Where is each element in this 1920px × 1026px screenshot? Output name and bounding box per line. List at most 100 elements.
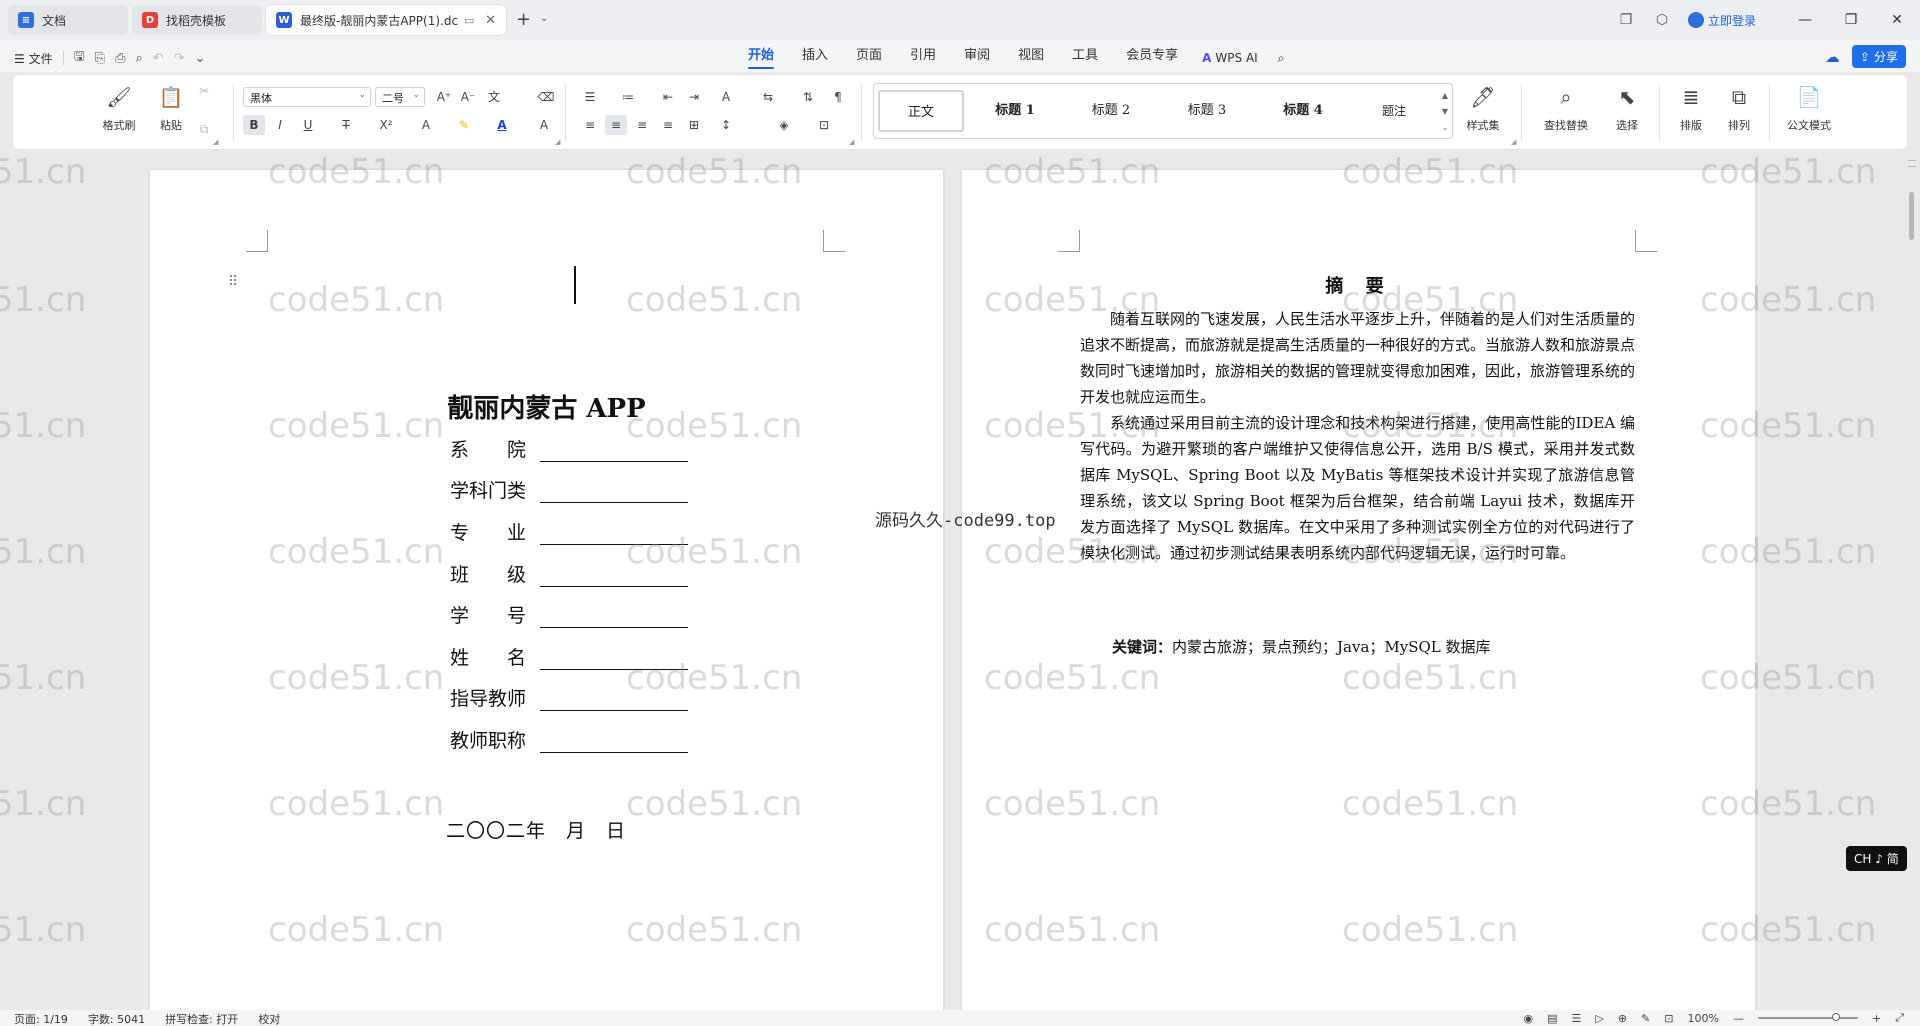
spellcheck-toggle[interactable]: 拼写检查: 打开 xyxy=(165,1011,238,1026)
field-input-line[interactable] xyxy=(540,479,688,503)
style-heading-2[interactable]: 标题 2 xyxy=(1066,90,1156,132)
tab-docer-templates[interactable]: D 找稻壳模板 xyxy=(132,5,262,35)
page-count[interactable]: 页面: 1/19 xyxy=(14,1011,68,1026)
paste-button[interactable]: 📋 粘贴 xyxy=(147,83,195,133)
font-name-select[interactable]: 黑体 ⌄ xyxy=(243,87,371,107)
tab-references[interactable]: 引用 xyxy=(896,47,950,69)
document-area[interactable]: ⠿ 靓丽内蒙古 APP 系 院 学科门类 专 业 班 级 学 号 姓 名 指导教… xyxy=(0,152,1904,1010)
bullet-list-icon[interactable]: ☰ xyxy=(579,87,601,107)
decrease-indent-icon[interactable]: ⇤ xyxy=(657,87,679,107)
window-restore-icon[interactable]: ❐ xyxy=(1608,12,1644,28)
justify-icon[interactable]: ≡ xyxy=(657,115,679,135)
style-caption[interactable]: 题注 xyxy=(1354,90,1434,132)
play-icon[interactable]: ▷ xyxy=(1595,1012,1603,1025)
bold-icon[interactable]: B xyxy=(243,115,265,135)
char-shading-icon[interactable]: A xyxy=(533,115,555,135)
align-center-icon[interactable]: ≡ xyxy=(605,115,627,135)
fullscreen-icon[interactable]: ⤢ xyxy=(1895,1011,1904,1025)
launcher-icon[interactable]: ◢ xyxy=(213,138,218,146)
redo-icon[interactable]: ↷ xyxy=(174,51,185,66)
tab-insert[interactable]: 插入 xyxy=(788,47,842,69)
undo-icon[interactable]: ↶ xyxy=(153,51,164,66)
print-icon[interactable]: ⎙ xyxy=(115,51,125,66)
cut-icon[interactable]: ✂ xyxy=(193,81,215,101)
field-input-line[interactable] xyxy=(540,687,688,711)
tab-tools[interactable]: 工具 xyxy=(1058,47,1112,69)
scroll-thumb[interactable] xyxy=(1909,192,1914,240)
maximize-button[interactable]: ❐ xyxy=(1828,12,1874,28)
align-right-icon[interactable]: ≡ xyxy=(631,115,653,135)
zoom-slider[interactable] xyxy=(1757,1013,1858,1021)
launcher-icon[interactable]: ◢ xyxy=(1511,138,1516,146)
field-input-line[interactable] xyxy=(540,563,688,587)
file-menu[interactable]: ☰ 文件 xyxy=(14,50,53,67)
minimize-button[interactable]: — xyxy=(1782,12,1828,28)
phonetic-icon[interactable]: 文 xyxy=(483,87,505,107)
border-icon[interactable]: ⊡ xyxy=(813,115,835,135)
clear-format-icon[interactable]: ⌫ xyxy=(535,87,557,107)
format-painter-button[interactable]: 🖌 格式刷 xyxy=(95,83,143,133)
official-mode-button[interactable]: 📄 公文模式 xyxy=(1779,83,1839,133)
style-normal[interactable]: 正文 xyxy=(878,90,964,132)
web-view-icon[interactable]: ⊕ xyxy=(1618,1012,1627,1025)
export-icon[interactable]: ⎘ xyxy=(95,51,105,66)
cube-icon[interactable]: ⬡ xyxy=(1644,12,1680,28)
page-abstract[interactable]: 摘 要 随着互联网的飞速发展，人民生活水平逐步上升，伴随着的是人们对生活质量的追… xyxy=(962,170,1755,1010)
vertical-scrollbar[interactable] xyxy=(1904,152,1920,1010)
convert-icon[interactable]: ⇆ xyxy=(757,87,779,107)
cloud-upload-icon[interactable]: ☁ xyxy=(1825,48,1840,66)
field-input-line[interactable] xyxy=(540,438,688,462)
arrange-button[interactable]: ⧉ 排列 xyxy=(1715,83,1763,133)
save-icon[interactable]: 🖫 xyxy=(74,47,85,69)
pen-icon[interactable]: ✎ xyxy=(1641,1012,1650,1025)
close-window-button[interactable]: ✕ xyxy=(1874,12,1920,28)
proofread-button[interactable]: 校对 xyxy=(258,1011,280,1026)
field-input-line[interactable] xyxy=(540,521,688,545)
tab-page[interactable]: 页面 xyxy=(842,47,896,69)
new-tab-button[interactable]: + xyxy=(516,9,531,30)
launcher-icon[interactable]: ◢ xyxy=(849,138,854,146)
tab-home[interactable]: 开始 xyxy=(734,47,788,69)
numbered-list-icon[interactable]: ≔ xyxy=(617,87,639,107)
ime-indicator[interactable]: CH ♪ 简 xyxy=(1846,846,1907,871)
field-input-line[interactable] xyxy=(540,729,688,753)
chevron-down-icon[interactable]: ⌄ xyxy=(540,13,548,24)
style-heading-3[interactable]: 标题 3 xyxy=(1162,90,1252,132)
find-replace-button[interactable]: ⌕ 查找替换 xyxy=(1537,83,1595,133)
select-button[interactable]: ⬉ 选择 xyxy=(1603,83,1651,133)
field-input-line[interactable] xyxy=(540,604,688,628)
shading-icon[interactable]: ◈ xyxy=(773,115,795,135)
word-count[interactable]: 字数: 5041 xyxy=(88,1011,145,1026)
line-spacing-icon[interactable]: ↕ xyxy=(715,115,737,135)
login-button[interactable]: 立即登录 xyxy=(1687,12,1756,29)
close-icon[interactable]: ✕ xyxy=(485,13,496,28)
page-cover[interactable]: ⠿ 靓丽内蒙古 APP 系 院 学科门类 专 业 班 级 学 号 姓 名 指导教… xyxy=(150,170,943,1010)
grow-font-icon[interactable]: A⁺ xyxy=(433,87,455,107)
text-direction-icon[interactable]: A xyxy=(715,87,737,107)
share-button[interactable]: ⇪ 分享 xyxy=(1851,45,1906,68)
superscript-icon[interactable]: X² xyxy=(375,115,397,135)
eye-icon[interactable]: ◉ xyxy=(1524,1012,1534,1025)
increase-indent-icon[interactable]: ⇥ xyxy=(683,87,705,107)
wps-ai-button[interactable]: A WPS AI xyxy=(1192,47,1268,69)
zoom-knob[interactable] xyxy=(1831,1013,1840,1021)
tab-member[interactable]: 会员专享 xyxy=(1112,47,1192,69)
sort-icon[interactable]: ⇅ xyxy=(797,87,819,107)
shrink-font-icon[interactable]: A⁻ xyxy=(457,87,479,107)
zoom-out-icon[interactable]: — xyxy=(1733,1012,1744,1025)
style-heading-4[interactable]: 标题 4 xyxy=(1258,90,1348,132)
text-effect-icon[interactable]: A xyxy=(415,115,437,135)
style-set-button[interactable]: 🖊 样式集 xyxy=(1459,83,1507,133)
field-input-line[interactable] xyxy=(540,646,688,670)
highlight-icon[interactable]: ✎ xyxy=(453,115,475,135)
copy-icon[interactable]: ⧉ xyxy=(193,119,215,139)
italic-icon[interactable]: I xyxy=(269,115,291,135)
layout-button[interactable]: ≣ 排版 xyxy=(1667,83,1715,133)
tab-review[interactable]: 审阅 xyxy=(950,47,1004,69)
distribute-icon[interactable]: ⊞ xyxy=(683,115,705,135)
tab-documents[interactable]: ≡ 文档 xyxy=(8,5,128,35)
search-icon[interactable]: ⌕ xyxy=(1268,47,1295,69)
fit-icon[interactable]: ⊡ xyxy=(1664,1012,1673,1025)
style-heading-1[interactable]: 标题 1 xyxy=(970,90,1060,132)
drag-handle-icon[interactable]: ⠿ xyxy=(228,274,238,290)
